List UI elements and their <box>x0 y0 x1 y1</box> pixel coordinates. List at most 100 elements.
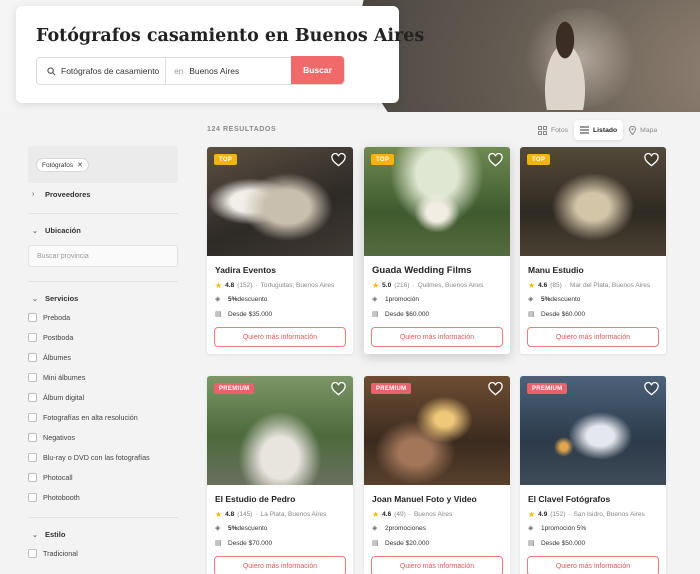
heart-icon[interactable] <box>331 153 346 167</box>
checkbox[interactable] <box>28 473 37 482</box>
request-info-button[interactable]: Quiero más información <box>214 327 346 347</box>
promo-text: promociones <box>388 524 426 532</box>
checkbox[interactable] <box>28 453 37 462</box>
star-icon: ★ <box>528 510 536 519</box>
top-badge: TOP <box>527 154 551 165</box>
price-icon: ▤ <box>528 311 535 318</box>
request-info-button[interactable]: Quiero más información <box>527 556 659 574</box>
request-info-button[interactable]: Quiero más información <box>371 327 503 347</box>
checkbox[interactable] <box>28 549 37 558</box>
checkbox[interactable] <box>28 433 37 442</box>
filter-chip-fotografos[interactable]: Fotógrafos ✕ <box>36 158 89 172</box>
heart-icon[interactable] <box>644 382 659 396</box>
price: ▤ Desde $50.000 <box>528 539 586 548</box>
promo: ◈ 5% descuento <box>215 295 267 304</box>
vendor-card[interactable]: PREMIUM 360▶ El Clavel Fotógrafos ★4.9(1… <box>520 376 666 574</box>
service-checkbox[interactable]: Postboda <box>28 333 73 342</box>
section-ubicacion[interactable]: ⌄ Ubicación <box>32 226 81 235</box>
vendor-rating: ★ 4.9 (152) · San Isidro, Buenos Aires <box>528 510 645 519</box>
section-label: Estilo <box>45 530 66 539</box>
price-icon: ▤ <box>372 540 379 547</box>
section-label: Servicios <box>45 294 79 303</box>
price-text: Desde $35.000 <box>228 310 273 318</box>
vendor-rating: ★ 4.8 (145) · La Plata, Buenos Aires <box>215 510 326 519</box>
service-checkbox[interactable]: Álbum digital <box>28 393 84 402</box>
chevron-down-icon: ⌄ <box>32 531 38 539</box>
promo-text: promoción <box>388 295 419 303</box>
view-photos-button[interactable]: Fotos <box>532 120 574 140</box>
vendor-name[interactable]: Guada Wedding Films <box>372 265 472 276</box>
vendor-name[interactable]: El Estudio de Pedro <box>215 494 295 504</box>
province-search-input[interactable]: Buscar provincia <box>28 245 178 267</box>
request-info-button[interactable]: Quiero más información <box>371 556 503 574</box>
price: ▤ Desde $35.000 <box>215 310 273 319</box>
vendor-name[interactable]: El Clavel Fotógrafos <box>528 494 610 504</box>
category-input[interactable]: Fotógrafos de casamiento <box>61 66 159 76</box>
section-label: Ubicación <box>45 226 81 235</box>
checkbox[interactable] <box>28 313 37 322</box>
chevron-right-icon: › <box>32 191 35 198</box>
search-in-label: en <box>174 66 184 76</box>
service-checkbox[interactable]: Blu-ray o DVD con las fotografías <box>28 453 150 462</box>
service-checkbox[interactable]: Preboda <box>28 313 70 322</box>
heart-icon[interactable] <box>488 382 503 396</box>
promo-pct: 5% <box>228 524 238 532</box>
service-label: Álbumes <box>43 353 71 362</box>
vendor-name[interactable]: Joan Manuel Foto y Video <box>372 494 477 504</box>
view-switcher: Fotos Listado Mapa <box>532 120 678 140</box>
style-checkbox[interactable]: Tradicional <box>28 549 78 558</box>
checkbox[interactable] <box>28 413 37 422</box>
checkbox[interactable] <box>28 353 37 362</box>
service-checkbox[interactable]: Negativos <box>28 433 75 442</box>
rating-reviews: (49) <box>394 511 406 518</box>
vendor-card[interactable]: TOP 360▶ Guada Wedding Films ★5.0(216)·Q… <box>364 147 510 354</box>
service-checkbox[interactable]: Mini álbumes <box>28 373 85 382</box>
star-icon: ★ <box>372 510 380 519</box>
separator: · <box>564 282 567 289</box>
vendor-name[interactable]: Manu Estudio <box>528 265 584 275</box>
rating-reviews: (145) <box>237 511 253 518</box>
section-estilo[interactable]: ⌄ Estilo <box>32 530 65 539</box>
promo: ◈ 5% descuento <box>215 524 267 533</box>
checkbox[interactable] <box>28 493 37 502</box>
rating-score: 4.8 <box>225 511 235 518</box>
premium-badge: PREMIUM <box>527 383 568 394</box>
request-info-button[interactable]: Quiero más información <box>527 327 659 347</box>
vendor-card[interactable]: TOP 360▶ Yadira Eventos ★4.8(152)·Tortug… <box>207 147 353 354</box>
service-checkbox[interactable]: Álbumes <box>28 353 71 362</box>
view-map-button[interactable]: Mapa <box>623 120 663 140</box>
view-list-label: Listado <box>593 126 618 134</box>
rating-score: 4.6 <box>382 511 392 518</box>
map-pin-icon <box>629 125 637 135</box>
promo-pct: 5% <box>541 295 551 303</box>
vendor-card[interactable]: PREMIUM ▶ El Estudio de Pedro ★4.8(145)·… <box>207 376 353 574</box>
vendor-card[interactable]: TOP 360 Manu Estudio ★4.6(85)·Mar del Pl… <box>520 147 666 354</box>
checkbox[interactable] <box>28 333 37 342</box>
vendor-name[interactable]: Yadira Eventos <box>215 265 276 275</box>
vendor-card[interactable]: PREMIUM ▶ Joan Manuel Foto y Video ★4.6(… <box>364 376 510 574</box>
price-text: Desde $20.000 <box>385 539 430 547</box>
promo: ◈ 5% descuento <box>528 295 580 304</box>
price-icon: ▤ <box>372 311 379 318</box>
vendor-location: La Plata, Buenos Aires <box>260 511 327 518</box>
divider <box>28 213 178 214</box>
heart-icon[interactable] <box>644 153 659 167</box>
section-servicios[interactable]: ⌄ Servicios <box>32 294 78 303</box>
heart-icon[interactable] <box>331 382 346 396</box>
promo-text: promoción 5% <box>544 524 587 532</box>
service-checkbox[interactable]: Fotografías en alta resolución <box>28 413 138 422</box>
search-button[interactable]: Buscar <box>291 56 344 84</box>
section-proveedores[interactable]: › Proveedores <box>32 190 90 199</box>
heart-icon[interactable] <box>488 153 503 167</box>
star-icon: ★ <box>215 510 223 519</box>
view-list-button[interactable]: Listado <box>574 120 624 140</box>
request-info-button[interactable]: Quiero más información <box>214 556 346 574</box>
premium-badge: PREMIUM <box>214 383 255 394</box>
price-text: Desde $50.000 <box>541 539 586 547</box>
service-checkbox[interactable]: Photobooth <box>28 493 80 502</box>
divider <box>28 281 178 282</box>
service-checkbox[interactable]: Photocall <box>28 473 73 482</box>
checkbox[interactable] <box>28 393 37 402</box>
checkbox[interactable] <box>28 373 37 382</box>
close-icon[interactable]: ✕ <box>77 161 83 169</box>
